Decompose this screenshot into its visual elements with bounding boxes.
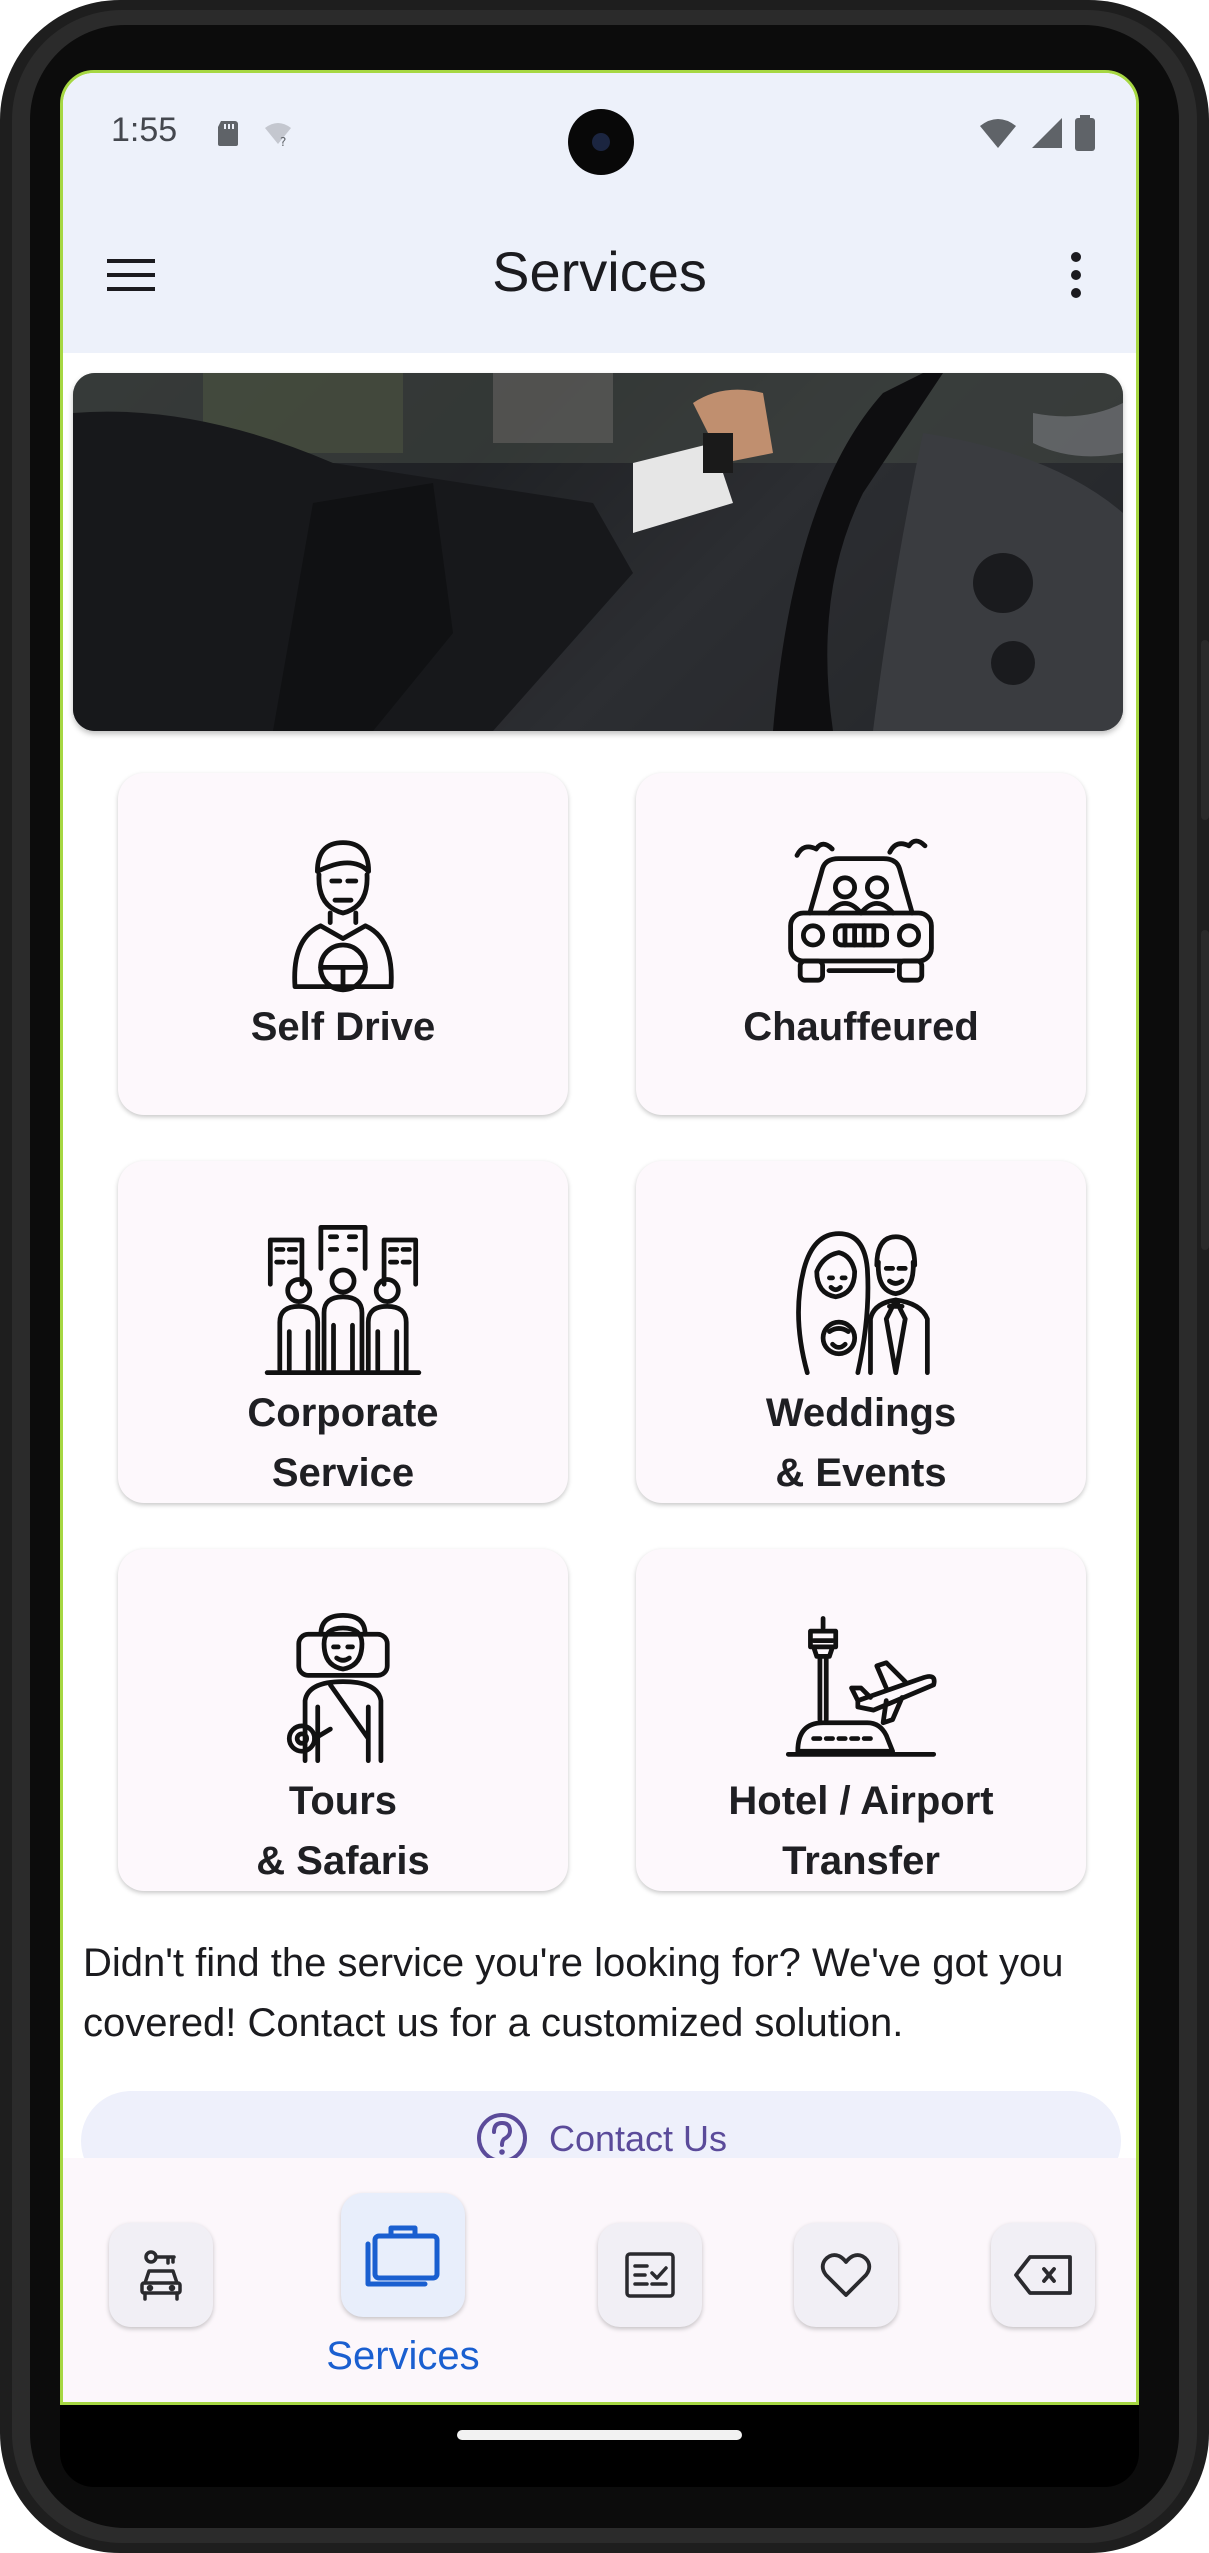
service-label: Weddings & Events xyxy=(765,1391,957,1495)
wifi-icon xyxy=(980,119,1016,148)
service-card-chauffeured[interactable]: Chauffeured xyxy=(636,773,1086,1115)
hero-driver-image xyxy=(73,373,1123,731)
nav-car-rental[interactable] xyxy=(109,2223,213,2327)
screen: 1:55 ? Services Self Drive Chauffeured C… xyxy=(60,70,1139,2405)
nav-favorites[interactable] xyxy=(794,2223,898,2327)
service-card-corporate[interactable]: Corporate Service xyxy=(118,1161,568,1503)
traveler-backpack-icon xyxy=(286,1612,390,1764)
corporate-team-icon xyxy=(264,1224,422,1376)
briefcase-icon xyxy=(365,2225,440,2287)
home-indicator[interactable] xyxy=(457,2430,742,2440)
heart-icon xyxy=(820,2253,872,2297)
car-rental-icon xyxy=(140,2250,182,2301)
tag-icon xyxy=(1014,2255,1072,2295)
service-card-transfer[interactable]: Hotel / Airport Transfer xyxy=(636,1549,1086,1891)
driver-icon xyxy=(292,840,394,993)
service-label: Chauffeured xyxy=(743,1005,979,1049)
service-label: Tours & Safaris xyxy=(256,1779,430,1883)
svg-text:?: ? xyxy=(280,135,286,148)
airport-plane-icon xyxy=(785,1616,937,1757)
nav-services-label: Services xyxy=(326,2334,480,2378)
bottom-bezel xyxy=(60,2405,1139,2487)
more-vert-icon xyxy=(1071,252,1081,298)
nav-services[interactable] xyxy=(341,2193,465,2317)
status-bar: 1:55 ? xyxy=(63,73,1136,193)
nav-offers[interactable] xyxy=(991,2223,1095,2327)
app-bar: Services xyxy=(63,193,1136,353)
cell-signal-icon xyxy=(1032,118,1062,148)
chauffeur-car-icon xyxy=(788,838,934,983)
bottom-navigation: Services xyxy=(63,2158,1136,2402)
promo-text: Didn't find the service you're looking f… xyxy=(83,1941,1064,2045)
service-card-tours[interactable]: Tours & Safaris xyxy=(118,1549,568,1891)
checklist-icon xyxy=(625,2252,675,2298)
more-options-button[interactable] xyxy=(1056,245,1096,305)
nav-bookings[interactable] xyxy=(598,2223,702,2327)
battery-icon xyxy=(1075,115,1095,151)
page-title: Services xyxy=(492,240,707,303)
hero-banner xyxy=(73,373,1123,731)
sd-card-icon xyxy=(218,121,238,146)
volume-button xyxy=(1201,930,1209,1250)
service-label: Corporate Service xyxy=(247,1391,439,1495)
status-time: 1:55 xyxy=(111,111,178,149)
wifi-unknown-icon: ? xyxy=(265,123,291,148)
front-camera xyxy=(568,109,634,175)
phone-frame: 1:55 ? Services Self Drive Chauffeured C… xyxy=(0,0,1209,2553)
service-label: Self Drive xyxy=(250,1005,436,1049)
service-label: Hotel / Airport Transfer xyxy=(728,1779,994,1883)
power-button xyxy=(1201,640,1209,820)
status-icons xyxy=(978,115,1096,151)
service-card-weddings[interactable]: Weddings & Events xyxy=(636,1161,1086,1503)
help-circle-icon xyxy=(476,2113,527,2163)
wedding-couple-icon xyxy=(796,1231,930,1376)
service-card-self-drive[interactable]: Self Drive xyxy=(118,773,568,1115)
